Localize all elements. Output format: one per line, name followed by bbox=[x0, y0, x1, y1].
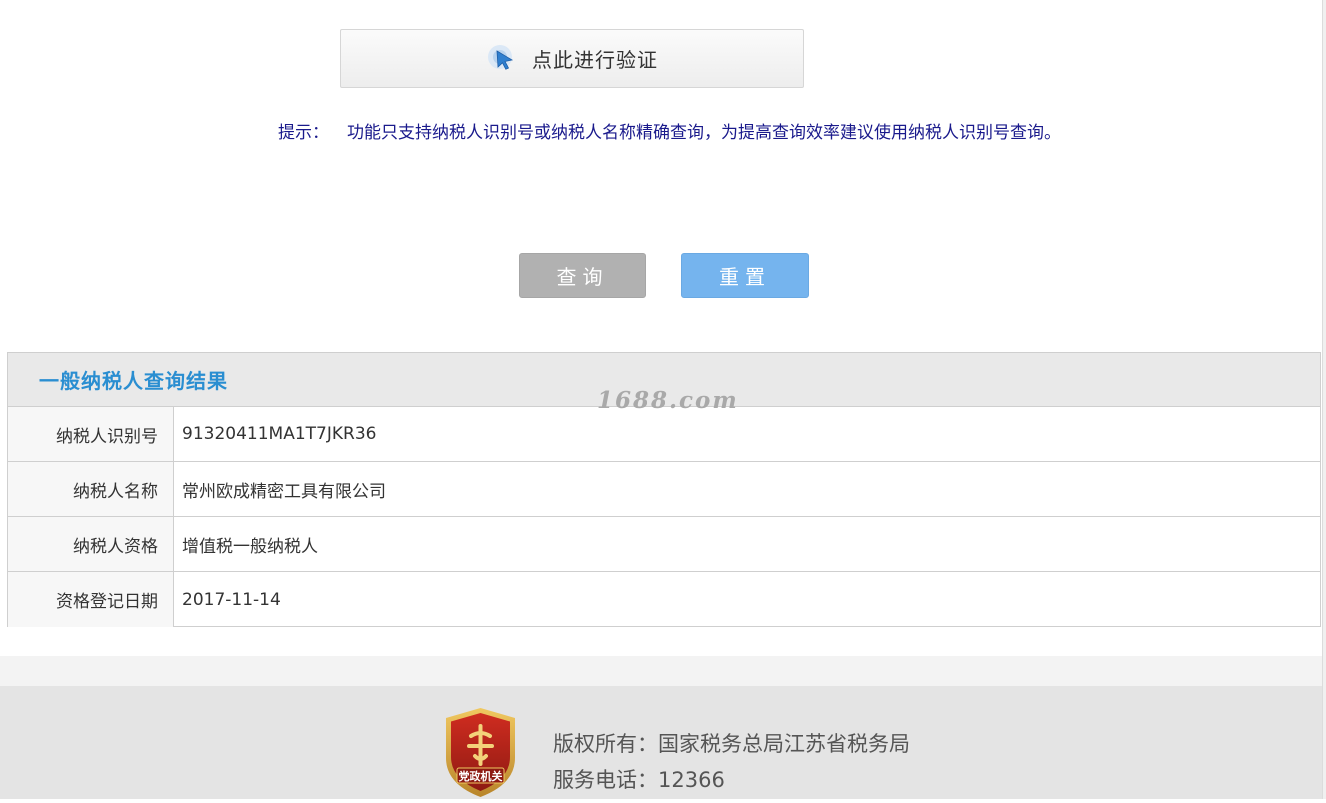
result-row-taxpayer-qualification: 纳税人资格 增值税一般纳税人 bbox=[8, 517, 1320, 572]
result-row-registration-date: 资格登记日期 2017-11-14 bbox=[8, 572, 1320, 627]
footer-spacer bbox=[0, 656, 1322, 686]
party-government-logo[interactable]: 党政机关 bbox=[443, 706, 518, 799]
result-row-taxpayer-name: 纳税人名称 常州欧成精密工具有限公司 bbox=[8, 462, 1320, 517]
footer-phone: 服务电话：12366 bbox=[553, 768, 725, 792]
row-value: 2017-11-14 bbox=[182, 589, 281, 610]
footer-copyright: 版权所有：国家税务总局江苏省税务局 bbox=[553, 732, 910, 756]
footer-info: 版权所有：国家税务总局江苏省税务局 服务电话：12366 bbox=[553, 726, 910, 798]
watermark: 1688.com bbox=[597, 387, 739, 414]
footer: 党政机关 版权所有：国家税务总局江苏省税务局 服务电话：12366 bbox=[0, 686, 1322, 799]
reset-button[interactable]: 重置 bbox=[681, 253, 809, 298]
hint-message: 功能只支持纳税人识别号或纳税人名称精确查询，为提高查询效率建议使用纳税人识别号查… bbox=[347, 123, 1061, 143]
result-row-taxpayer-id: 纳税人识别号 91320411MA1T7JKR36 bbox=[8, 407, 1320, 462]
row-label: 纳税人识别号 bbox=[8, 407, 174, 461]
cursor-pointer-icon bbox=[486, 43, 518, 75]
query-button[interactable]: 查询 bbox=[519, 253, 646, 298]
row-label: 纳税人资格 bbox=[8, 517, 174, 571]
row-value: 增值税一般纳税人 bbox=[182, 536, 318, 557]
verify-button[interactable]: 点此进行验证 bbox=[340, 29, 804, 88]
row-label: 纳税人名称 bbox=[8, 462, 174, 516]
row-value: 常州欧成精密工具有限公司 bbox=[182, 481, 386, 502]
hint-label: 提示： bbox=[278, 123, 329, 143]
row-label: 资格登记日期 bbox=[8, 572, 174, 627]
logo-text: 党政机关 bbox=[459, 769, 503, 783]
row-value: 91320411MA1T7JKR36 bbox=[182, 424, 377, 444]
hint-text: 提示： 功能只支持纳税人识别号或纳税人名称精确查询，为提高查询效率建议使用纳税人识… bbox=[278, 118, 1061, 143]
verify-button-label: 点此进行验证 bbox=[532, 48, 658, 72]
scrollbar-track[interactable] bbox=[1322, 0, 1326, 799]
